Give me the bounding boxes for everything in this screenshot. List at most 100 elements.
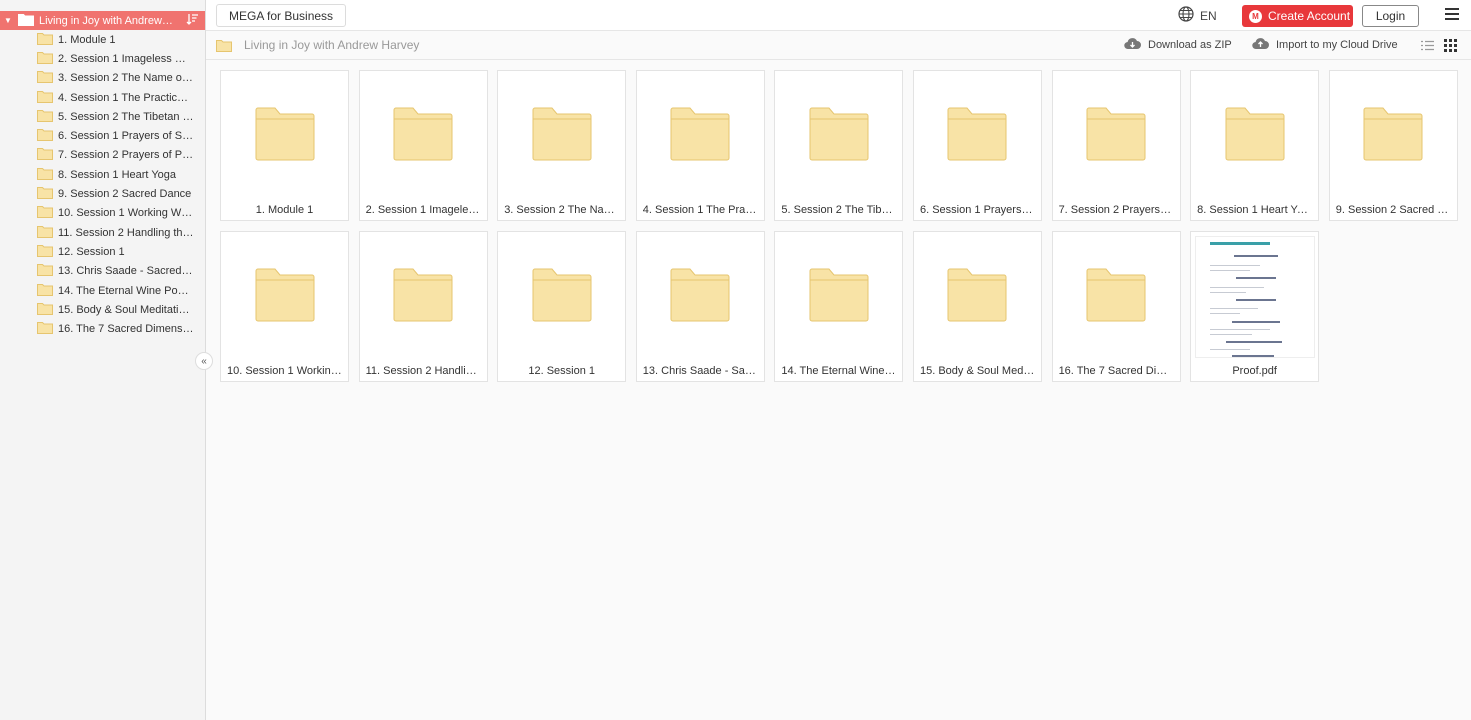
folder-icon	[37, 263, 53, 279]
folder-icon	[37, 32, 53, 48]
folder-card[interactable]: 14. The Eternal Wine Poems	[774, 231, 904, 382]
tree-item[interactable]: 2. Session 1 Imageless Meditation	[0, 49, 205, 68]
tree-item-label: 14. The Eternal Wine Poems	[58, 284, 194, 297]
file-card-pdf[interactable]: Proof.pdf	[1190, 231, 1320, 382]
folder-card[interactable]: 8. Session 1 Heart Yoga	[1190, 70, 1320, 221]
file-name: 12. Session 1	[528, 365, 596, 377]
folder-card[interactable]: 4. Session 1 The Practice of Tonglen	[635, 70, 765, 221]
download-zip-button[interactable]: Download as ZIP	[1124, 37, 1232, 53]
cloud-download-icon	[1124, 37, 1141, 53]
import-to-cloud-drive-button[interactable]: Import to my Cloud Drive	[1252, 37, 1398, 53]
folder-icon	[37, 109, 53, 125]
tree-item-label: 8. Session 1 Heart Yoga	[58, 168, 177, 181]
folder-icon	[1330, 71, 1457, 196]
login-button[interactable]: Login	[1362, 5, 1419, 27]
pdf-thumbnail	[1191, 232, 1318, 358]
folder-card[interactable]: 7. Session 2 Prayers of Protection	[1051, 70, 1181, 221]
tree-root-label: Living in Joy with Andrew Harvey	[39, 14, 175, 27]
tree-item[interactable]: 6. Session 1 Prayers of Self-Offering	[0, 126, 205, 145]
language-selector[interactable]: EN	[1178, 6, 1217, 25]
grid-view-icon[interactable]	[1444, 39, 1457, 55]
tree-item[interactable]: 13. Chris Saade - Sacred Activism	[0, 262, 205, 281]
file-name: 11. Session 2 Handling the Shadow	[365, 365, 481, 377]
tree-item[interactable]: 14. The Eternal Wine Poems	[0, 281, 205, 300]
folder-card[interactable]: 13. Chris Saade - Sacred Activism	[635, 231, 765, 382]
tree-item-label: 13. Chris Saade - Sacred Activism	[58, 265, 194, 278]
folder-icon	[37, 147, 53, 163]
file-name: 15. Body & Soul Meditations	[919, 365, 1035, 377]
tree-item-label: 4. Session 1 The Practice of Tonglen	[58, 91, 194, 104]
collapse-sidebar-button[interactable]: «	[195, 352, 213, 370]
tree-item[interactable]: 1. Module 1	[0, 30, 205, 49]
tree-item[interactable]: 7. Session 2 Prayers of Protection	[0, 146, 205, 165]
globe-icon	[1178, 6, 1194, 25]
tree-item[interactable]: 10. Session 1 Working With the Shadow	[0, 204, 205, 223]
folder-icon	[498, 71, 625, 196]
folder-icon	[914, 71, 1041, 196]
folder-card[interactable]: 3. Session 2 The Name of God	[497, 70, 627, 221]
tree-item[interactable]: 5. Session 2 The Tibetan Practice	[0, 107, 205, 126]
tree-item[interactable]: 12. Session 1	[0, 242, 205, 261]
file-name: 1. Module 1	[255, 204, 314, 216]
folder-icon	[37, 51, 53, 67]
breadcrumb-folder-name[interactable]: Living in Joy with Andrew Harvey	[244, 38, 419, 52]
folder-card[interactable]: 1. Module 1	[220, 70, 349, 221]
tree-item-label: 11. Session 2 Handling the Shadow	[58, 226, 194, 239]
folder-card[interactable]: 15. Body & Soul Meditations	[912, 231, 1042, 382]
hamburger-menu-icon[interactable]	[1445, 8, 1459, 22]
folder-icon	[360, 71, 487, 196]
file-name: 16. The 7 Sacred Dimensions	[1058, 365, 1174, 377]
tree-item-label: 7. Session 2 Prayers of Protection	[58, 149, 194, 162]
tree-item[interactable]: 9. Session 2 Sacred Dance	[0, 184, 205, 203]
file-name: 5. Session 2 The Tibetan Practice	[781, 204, 897, 216]
file-name: 10. Session 1 Working With the Shadow	[227, 365, 342, 377]
import-cloud-label: Import to my Cloud Drive	[1276, 39, 1398, 51]
tree-item[interactable]: 8. Session 1 Heart Yoga	[0, 165, 205, 184]
folder-icon	[775, 232, 902, 357]
file-name: 8. Session 1 Heart Yoga	[1197, 204, 1313, 216]
folder-card[interactable]: 9. Session 2 Sacred Dance	[1328, 70, 1458, 221]
tree-item[interactable]: 4. Session 1 The Practice of Tonglen	[0, 88, 205, 107]
tree-item-label: 12. Session 1	[58, 245, 125, 258]
language-label: EN	[1200, 8, 1217, 23]
folder-card[interactable]: 12. Session 1	[497, 231, 627, 382]
tree-item-label: 6. Session 1 Prayers of Self-Offering	[58, 130, 194, 143]
tree-root-item[interactable]: ▼ Living in Joy with Andrew Harvey	[0, 11, 205, 30]
folder-icon	[37, 283, 53, 299]
file-name: 13. Chris Saade - Sacred Activism	[642, 365, 758, 377]
tree-item-label: 10. Session 1 Working With the Shadow	[58, 207, 194, 220]
folder-icon	[221, 71, 348, 196]
cloud-upload-icon	[1252, 37, 1269, 53]
folder-card[interactable]: 2. Session 1 Imageless Meditation	[358, 70, 488, 221]
mega-for-business-button[interactable]: MEGA for Business	[216, 4, 347, 27]
folder-card[interactable]: 10. Session 1 Working With the Shadow	[220, 231, 349, 382]
folder-tree-sidebar: ▼ Living in Joy with Andrew Harvey 1. Mo…	[0, 0, 213, 720]
folder-card[interactable]: 5. Session 2 The Tibetan Practice	[774, 70, 904, 221]
folder-card[interactable]: 16. The 7 Sacred Dimensions	[1051, 231, 1181, 382]
folder-icon	[637, 71, 764, 196]
folder-icon	[37, 70, 53, 86]
folder-icon	[1053, 71, 1180, 196]
folder-card[interactable]: 11. Session 2 Handling the Shadow	[358, 231, 488, 382]
sort-icon[interactable]	[186, 13, 199, 28]
file-grid: 1. Module 1 2. Session 1 Imageless Medita…	[220, 70, 1465, 382]
folder-icon	[37, 302, 53, 318]
file-name: 7. Session 2 Prayers of Protection	[1058, 204, 1174, 216]
folder-icon	[18, 13, 34, 29]
folder-icon	[37, 186, 53, 202]
tree-item-label: 9. Session 2 Sacred Dance	[58, 188, 192, 201]
tree-item-label: 2. Session 1 Imageless Meditation	[58, 52, 194, 65]
tree-item[interactable]: 3. Session 2 The Name of God	[0, 69, 205, 88]
folder-card[interactable]: 6. Session 1 Prayers of Self-Offering	[912, 70, 1042, 221]
file-name: 4. Session 1 The Practice of Tonglen	[642, 204, 758, 216]
create-account-button[interactable]: M Create Account	[1242, 5, 1353, 27]
download-zip-label: Download as ZIP	[1148, 39, 1232, 51]
folder-icon	[37, 167, 53, 183]
list-view-icon[interactable]	[1421, 40, 1434, 54]
expand-caret-icon[interactable]: ▼	[1, 16, 15, 25]
tree-item[interactable]: 16. The 7 Sacred Dimensions	[0, 319, 205, 338]
tree-item[interactable]: 11. Session 2 Handling the Shadow	[0, 223, 205, 242]
tree-item[interactable]: 15. Body & Soul Meditations	[0, 300, 205, 319]
file-name: 2. Session 1 Imageless Meditation	[365, 204, 481, 216]
mega-logo-icon: M	[1249, 9, 1262, 23]
